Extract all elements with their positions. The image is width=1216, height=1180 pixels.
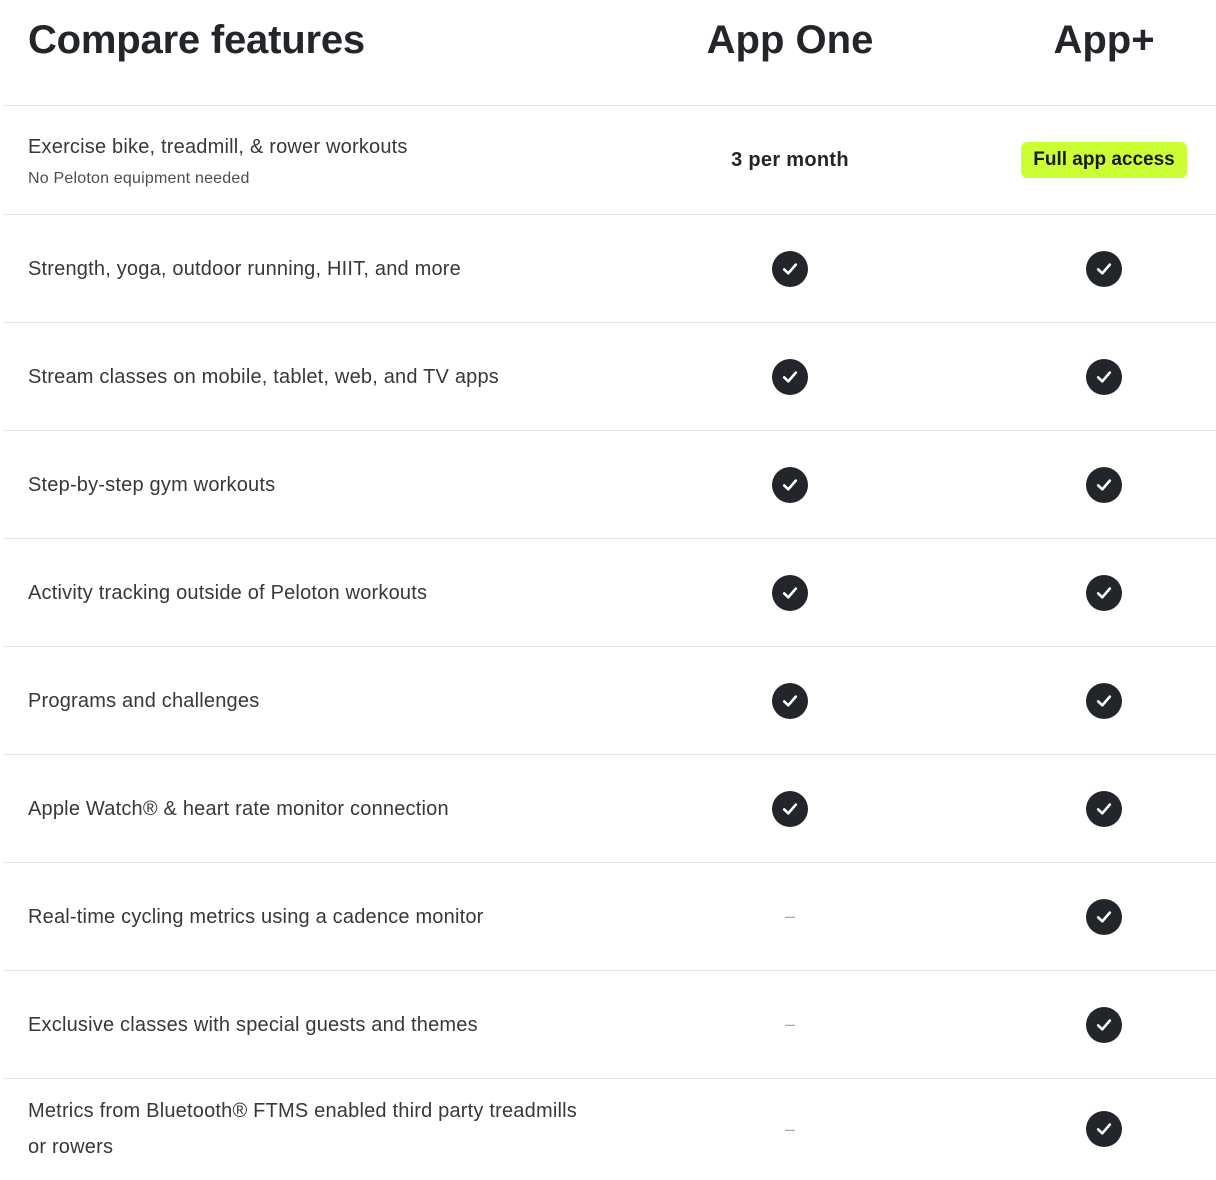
table-row: Stream classes on mobile, tablet, web, a… bbox=[3, 323, 1216, 431]
app-plus-cell bbox=[1004, 755, 1204, 862]
feature-label: Exclusive classes with special guests an… bbox=[28, 1013, 478, 1036]
app-one-cell bbox=[690, 539, 890, 646]
app-plus-cell: Full app access bbox=[1004, 106, 1204, 214]
feature-sublabel: No Peloton equipment needed bbox=[28, 170, 250, 187]
app-plus-cell bbox=[1004, 215, 1204, 322]
table-row: Programs and challenges bbox=[3, 647, 1216, 755]
app-one-cell bbox=[690, 647, 890, 754]
table-row: Exercise bike, treadmill, & rower workou… bbox=[3, 106, 1216, 215]
feature-cell: Strength, yoga, outdoor running, HIIT, a… bbox=[28, 215, 588, 322]
feature-cell: Real-time cycling metrics using a cadenc… bbox=[28, 863, 588, 970]
feature-cell: Exercise bike, treadmill, & rower workou… bbox=[28, 106, 588, 214]
compare-features-table: Compare features App One App+ Exercise b… bbox=[0, 0, 1216, 1179]
feature-label: Strength, yoga, outdoor running, HIIT, a… bbox=[28, 257, 461, 280]
check-circle-icon bbox=[1086, 1006, 1122, 1043]
check-circle-icon bbox=[1086, 250, 1122, 287]
table-row: Step-by-step gym workouts bbox=[3, 431, 1216, 539]
check-circle-icon bbox=[1086, 466, 1122, 503]
app-plus-cell bbox=[1004, 971, 1204, 1078]
app-plus-cell bbox=[1004, 323, 1204, 430]
app-plus-cell bbox=[1004, 647, 1204, 754]
table-row: Exclusive classes with special guests an… bbox=[3, 971, 1216, 1079]
full-access-badge: Full app access bbox=[1021, 142, 1187, 178]
table-row: Strength, yoga, outdoor running, HIIT, a… bbox=[3, 215, 1216, 323]
feature-cell: Stream classes on mobile, tablet, web, a… bbox=[28, 323, 588, 430]
check-circle-icon bbox=[772, 358, 808, 395]
check-circle-icon bbox=[1086, 1111, 1122, 1147]
app-plus-cell bbox=[1004, 539, 1204, 646]
table-row: Real-time cycling metrics using a cadenc… bbox=[3, 863, 1216, 971]
feature-label: Metrics from Bluetooth® FTMS enabled thi… bbox=[28, 1100, 577, 1158]
plan-header-app-plus: App+ bbox=[1053, 18, 1155, 62]
feature-label: Stream classes on mobile, tablet, web, a… bbox=[28, 365, 499, 388]
table-row: Activity tracking outside of Peloton wor… bbox=[3, 539, 1216, 647]
check-circle-icon bbox=[772, 466, 808, 503]
not-included-dash: – bbox=[784, 1118, 795, 1139]
check-circle-icon bbox=[772, 790, 808, 827]
check-circle-icon bbox=[1086, 682, 1122, 719]
app-plus-cell bbox=[1004, 863, 1204, 970]
check-circle-icon bbox=[1086, 574, 1122, 611]
app-plus-cell bbox=[1004, 1079, 1204, 1179]
feature-cell: Exclusive classes with special guests an… bbox=[28, 971, 588, 1078]
app-one-quota: 3 per month bbox=[731, 148, 849, 171]
feature-label: Activity tracking outside of Peloton wor… bbox=[28, 581, 428, 604]
feature-cell: Programs and challenges bbox=[28, 647, 588, 754]
plan-header-app-one: App One bbox=[706, 18, 874, 62]
feature-cell: Activity tracking outside of Peloton wor… bbox=[28, 539, 588, 646]
table-header: Compare features App One App+ bbox=[3, 0, 1216, 106]
app-one-cell bbox=[690, 323, 890, 430]
app-one-cell bbox=[690, 755, 890, 862]
table-row: Apple Watch® & heart rate monitor connec… bbox=[3, 755, 1216, 863]
feature-label: Real-time cycling metrics using a cadenc… bbox=[28, 905, 484, 928]
check-circle-icon bbox=[1086, 790, 1122, 827]
check-circle-icon bbox=[772, 682, 808, 719]
app-one-cell: – bbox=[690, 863, 890, 970]
table-row: Metrics from Bluetooth® FTMS enabled thi… bbox=[3, 1079, 1216, 1179]
page-title: Compare features bbox=[28, 18, 365, 62]
not-included-dash: – bbox=[784, 906, 795, 926]
app-one-cell: 3 per month bbox=[690, 106, 890, 214]
feature-cell: Step-by-step gym workouts bbox=[28, 431, 588, 538]
app-plus-cell bbox=[1004, 431, 1204, 538]
app-one-cell: – bbox=[690, 971, 890, 1078]
feature-label: Programs and challenges bbox=[28, 689, 260, 712]
feature-cell: Apple Watch® & heart rate monitor connec… bbox=[28, 755, 588, 862]
app-one-cell bbox=[690, 215, 890, 322]
check-circle-icon bbox=[772, 574, 808, 611]
feature-cell: Metrics from Bluetooth® FTMS enabled thi… bbox=[28, 1079, 588, 1179]
check-circle-icon bbox=[1086, 358, 1122, 395]
check-circle-icon bbox=[772, 250, 808, 287]
app-one-cell: – bbox=[690, 1079, 890, 1179]
app-one-cell bbox=[690, 431, 890, 538]
check-circle-icon bbox=[1086, 898, 1122, 935]
not-included-dash: – bbox=[784, 1014, 795, 1034]
feature-label: Apple Watch® & heart rate monitor connec… bbox=[28, 797, 449, 820]
feature-label: Exercise bike, treadmill, & rower workou… bbox=[28, 136, 408, 158]
feature-label: Step-by-step gym workouts bbox=[28, 473, 276, 496]
